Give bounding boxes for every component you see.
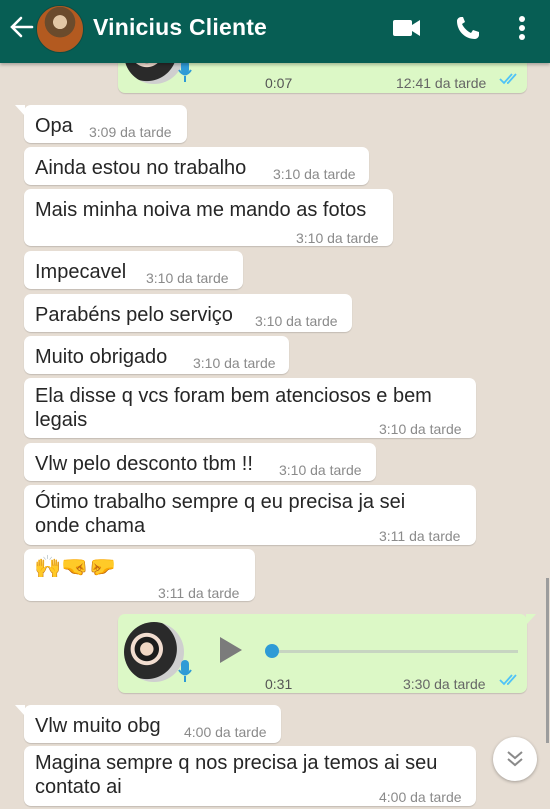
message-text: Opa <box>35 115 73 137</box>
voice-sender-avatar <box>124 622 184 682</box>
message-time: 12:41 da tarde <box>396 75 487 91</box>
message-time: 4:00 da tarde <box>184 724 267 740</box>
message-bubble[interactable]: Opa 3:09 da tarde <box>15 105 187 143</box>
voice-duration: 0:07 <box>265 75 293 91</box>
message-bubble[interactable]: Magina sempre q nos precisa ja temos ai … <box>24 746 476 806</box>
audio-progress-track[interactable] <box>270 650 518 653</box>
message-time: 3:30 da tarde <box>403 676 486 692</box>
back-arrow-icon[interactable] <box>8 13 36 41</box>
message-text-line-1: Magina sempre q nos precisa ja temos ai … <box>35 752 438 774</box>
message-text: Parabéns pelo serviço <box>35 304 233 326</box>
voice-duration: 0:31 <box>265 676 293 692</box>
message-time: 3:10 da tarde <box>279 462 362 478</box>
emoji-message: 🙌🤜🤛 <box>34 554 117 579</box>
message-time: 3:11 da tarde <box>379 528 461 544</box>
message-time: 3:09 da tarde <box>89 124 172 140</box>
contact-name[interactable]: Vinicius Cliente <box>93 14 267 41</box>
read-receipt-icon <box>499 73 517 85</box>
message-bubble[interactable]: Parabéns pelo serviço 3:10 da tarde <box>24 294 352 332</box>
message-text-line-1: Ótimo trabalho sempre q eu precisa ja se… <box>35 491 406 513</box>
message-bubble[interactable]: Mais minha noiva me mando as fotos 3:10 … <box>24 189 393 246</box>
message-time: 3:10 da tarde <box>255 313 338 329</box>
message-text: Impecavel <box>35 261 127 283</box>
audio-progress-handle[interactable] <box>265 644 279 658</box>
message-bubble[interactable]: Ainda estou no trabalho 3:10 da tarde <box>24 147 369 185</box>
video-call-icon[interactable] <box>390 12 424 44</box>
message-text-line-2: onde chama <box>35 515 146 537</box>
message-bubble[interactable]: Vlw pelo desconto tbm !! 3:10 da tarde <box>24 443 376 481</box>
message-time: 4:00 da tarde <box>379 789 462 805</box>
play-icon[interactable] <box>218 636 244 664</box>
message-bubble[interactable]: Impecavel 3:10 da tarde <box>24 251 243 289</box>
message-bubble[interactable]: 🙌🤜🤛 3:11 da tarde <box>24 549 255 601</box>
message-time: 3:10 da tarde <box>193 355 276 371</box>
microphone-icon <box>178 60 192 82</box>
microphone-icon <box>178 660 192 682</box>
message-text: Muito obrigado <box>35 346 168 368</box>
message-bubble[interactable]: Ótimo trabalho sempre q eu precisa ja se… <box>24 485 476 545</box>
contact-avatar[interactable] <box>36 5 84 53</box>
message-time: 3:10 da tarde <box>296 230 379 246</box>
more-options-icon[interactable] <box>505 12 539 44</box>
double-chevron-down-icon <box>507 751 523 767</box>
message-bubble[interactable]: Ela disse q vcs foram bem atenciosos e b… <box>24 378 476 438</box>
scrollbar[interactable] <box>546 578 549 743</box>
scroll-to-bottom-button[interactable] <box>493 737 537 781</box>
message-text: Vlw pelo desconto tbm !! <box>35 453 253 475</box>
message-text: Mais minha noiva me mando as fotos <box>35 199 367 221</box>
read-receipt-icon <box>499 674 517 686</box>
message-text: Ainda estou no trabalho <box>35 157 247 179</box>
message-bubble[interactable]: Vlw muito obg 4:00 da tarde <box>15 705 281 743</box>
message-time: 3:11 da tarde <box>158 585 240 601</box>
message-text-line-2: contato ai <box>35 776 122 798</box>
message-text-line-1: Ela disse q vcs foram bem atenciosos e b… <box>35 385 432 407</box>
message-bubble[interactable]: Muito obrigado 3:10 da tarde <box>24 336 289 374</box>
message-time: 3:10 da tarde <box>146 270 229 286</box>
message-text: Vlw muito obg <box>35 715 161 737</box>
message-time: 3:10 da tarde <box>379 421 462 437</box>
message-text-line-2: legais <box>35 409 88 431</box>
chat-header: Vinicius Cliente <box>0 0 550 63</box>
message-time: 3:10 da tarde <box>273 166 356 182</box>
phone-call-icon[interactable] <box>452 12 486 44</box>
voice-message[interactable]: 0:31 3:30 da tarde <box>118 614 536 693</box>
